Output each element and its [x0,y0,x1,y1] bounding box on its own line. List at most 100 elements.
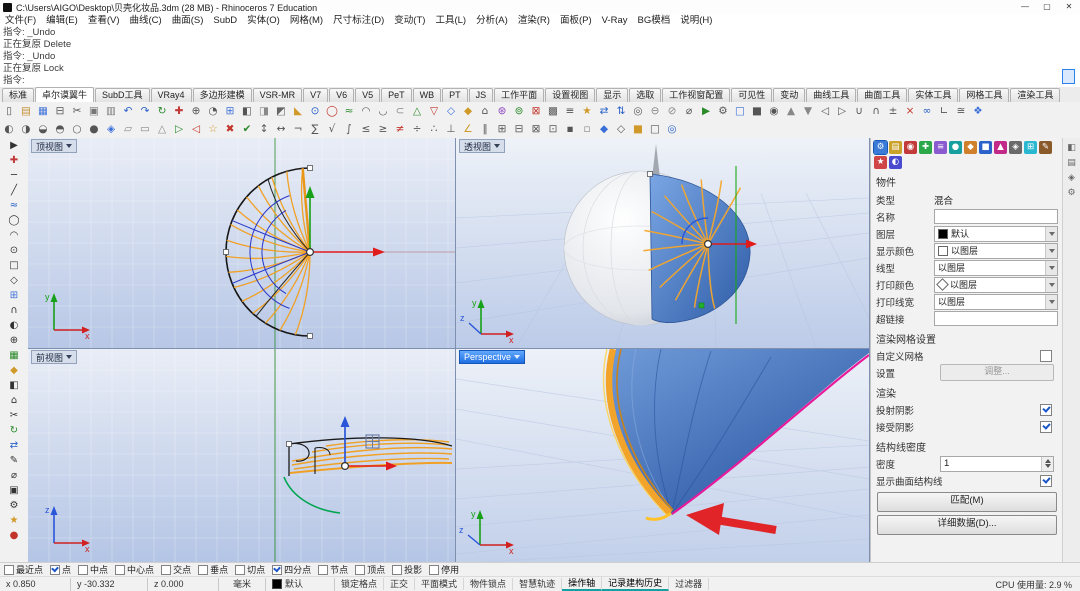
toolbar-icon[interactable]: ▭ [137,121,153,137]
osnap-toggle[interactable]: 四分点 [272,563,311,576]
menu-item[interactable]: 曲面(S) [167,14,209,27]
menu-item[interactable]: 网格(M) [285,14,328,27]
toolbar-icon[interactable]: ◔ [205,103,221,119]
left-toolbar-icon[interactable]: ▣ [6,483,22,498]
menu-item[interactable]: 分析(A) [471,14,513,27]
panel-tab-icon[interactable]: ✚ [919,141,932,154]
toolbar-icon[interactable]: √ [324,121,340,137]
toolbar-icon[interactable]: ▫ [579,121,595,137]
left-toolbar-icon[interactable]: ─ [6,168,22,183]
toolbar-icon[interactable]: ◇ [443,103,459,119]
panel-tab-icon[interactable]: ◆ [964,141,977,154]
menu-item[interactable]: 实体(O) [242,14,285,27]
toolbar-icon[interactable]: ◨ [256,103,272,119]
ribbon-tab[interactable]: VSR-MR [252,88,303,102]
panel-tab-icon[interactable]: ⊞ [1024,141,1037,154]
osnap-checkbox[interactable] [235,564,246,575]
spinner-arrows[interactable] [1041,456,1053,471]
toolbar-icon[interactable]: ∫ [341,121,357,137]
toolbar-icon[interactable]: ⇄ [596,103,612,119]
left-toolbar-icon[interactable]: ⊙ [6,243,22,258]
toolbar-icon[interactable]: ▪ [562,121,578,137]
toolbar-icon[interactable]: ⊡ [545,121,561,137]
toolbar-icon[interactable]: ¬ [290,121,306,137]
left-toolbar-icon[interactable]: ▶ [6,138,22,153]
panel-tab-icon[interactable]: ★ [874,156,887,169]
osnap-toggle[interactable]: 中心点 [115,563,154,576]
current-layer[interactable]: 默认 [266,577,335,591]
toolbar-icon[interactable]: △ [154,121,170,137]
command-history-button[interactable] [1062,69,1075,84]
ribbon-tab[interactable]: PT [442,88,468,102]
osnap-toggle[interactable]: 点 [50,563,71,576]
toolbar-icon[interactable]: ◠ [358,103,374,119]
toolbar-icon[interactable]: × [902,103,918,119]
strip-icon[interactable]: ◧ [1065,141,1079,155]
toolbar-icon[interactable]: ▱ [120,121,136,137]
toolbar-icon[interactable]: ◡ [375,103,391,119]
osnap-checkbox[interactable] [392,564,403,575]
left-toolbar-icon[interactable]: ↻ [6,423,22,438]
display-color-dropdown[interactable]: 以图层 [934,242,1058,259]
units-label[interactable]: 毫米 [219,577,266,591]
toolbar-icon[interactable]: ⊟ [511,121,527,137]
toolbar-icon[interactable]: ◈ [103,121,119,137]
viewport-front[interactable]: z x 前视图 [28,349,455,562]
toolbar-icon[interactable]: ▥ [103,103,119,119]
adjust-mesh-button[interactable]: 调整... [940,364,1054,381]
viewport-perspective-shaded[interactable]: y x z 透视图 [456,138,869,348]
ribbon-tab[interactable]: 渲染工具 [1010,88,1061,102]
ribbon-tab[interactable]: JS [468,88,494,102]
status-toggle[interactable]: 过滤器 [669,578,710,590]
toolbar-icon[interactable]: ◐ [1,121,17,137]
toolbar-icon[interactable]: ⊞ [494,121,510,137]
toolbar-icon[interactable]: ▦ [35,103,51,119]
command-history[interactable]: 指令: _Undo 正在复原 Delete 指令: _Undo 正在复原 Lock 指令… [0,27,1080,88]
toolbar-icon[interactable]: ≠ [392,121,408,137]
layer-dropdown[interactable]: 默认 [934,225,1058,242]
osnap-toggle[interactable]: 投影 [392,563,422,576]
toolbar-icon[interactable]: ▶ [698,103,714,119]
left-toolbar-icon[interactable]: ⌂ [6,393,22,408]
osnap-checkbox[interactable] [318,564,329,575]
toolbar-icon[interactable]: ⇅ [613,103,629,119]
osnap-toggle[interactable]: 中点 [78,563,108,576]
osnap-toggle[interactable]: 最近点 [4,563,43,576]
osnap-checkbox[interactable] [50,564,61,575]
name-input[interactable] [934,209,1058,224]
toolbar-icon[interactable]: ◆ [460,103,476,119]
ribbon-tab[interactable]: 可见性 [731,88,773,102]
ribbon-tab[interactable]: SubD工具 [95,88,150,102]
strip-icon[interactable]: ▤ [1065,156,1079,170]
left-toolbar-icon[interactable]: ✎ [6,453,22,468]
status-toggle[interactable]: 智慧轨迹 [513,578,563,590]
left-toolbar-icon[interactable]: ⊞ [6,288,22,303]
osnap-checkbox[interactable] [355,564,366,575]
menu-item[interactable]: 变动(T) [389,14,430,27]
left-toolbar-icon[interactable]: ◯ [6,213,22,228]
toolbar-icon[interactable]: ◓ [52,121,68,137]
ribbon-tab[interactable]: 设置视图 [545,88,596,102]
menu-item[interactable]: 查看(V) [83,14,125,27]
toolbar-icon[interactable]: □ [732,103,748,119]
toolbar-icon[interactable]: ○ [69,121,85,137]
toolbar-icon[interactable]: ± [885,103,901,119]
toolbar-icon[interactable]: ◣ [290,103,306,119]
ribbon-tab[interactable]: VRay4 [150,88,192,102]
viewport-title-front[interactable]: 前视图 [31,350,78,364]
toolbar-icon[interactable]: ● [86,121,102,137]
osnap-checkbox[interactable] [161,564,172,575]
ribbon-tab[interactable]: 工作平面 [494,88,545,102]
osnap-checkbox[interactable] [198,564,209,575]
toolbar-icon[interactable]: ⊚ [511,103,527,119]
density-spinner[interactable]: 1 [940,455,1054,472]
panel-tab-icon[interactable]: ◐ [889,156,902,169]
osnap-toggle[interactable]: 节点 [318,563,348,576]
toolbar-icon[interactable]: ✂ [69,103,85,119]
status-toggle[interactable]: 锁定格点 [335,578,385,590]
panel-tab-icon[interactable]: ◈ [1009,141,1022,154]
menu-item[interactable]: 工具(L) [430,14,471,27]
left-toolbar-icon[interactable]: ◧ [6,378,22,393]
panel-tab-icon[interactable]: ⚙ [873,140,888,155]
menu-item[interactable]: SubD [208,14,242,27]
